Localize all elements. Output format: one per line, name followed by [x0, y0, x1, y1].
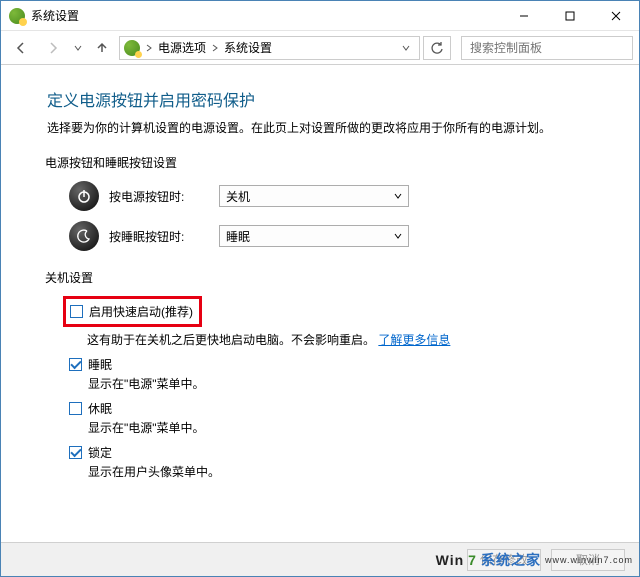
footer: 保存修改 取消 — [1, 542, 639, 576]
select-value: 关机 — [226, 188, 250, 205]
history-dropdown[interactable] — [71, 35, 85, 61]
chevron-down-icon — [394, 229, 402, 243]
titlebar: 系统设置 — [1, 1, 639, 31]
power-button-row: 按电源按钮时: 关机 — [69, 181, 617, 211]
page-subtitle: 选择要为你的计算机设置的电源设置。在此页上对设置所做的更改将应用于你所有的电源计… — [47, 119, 617, 136]
fast-startup-desc-text: 这有助于在关机之后更快地启动电脑。不会影响重启。 — [87, 333, 375, 347]
sleep-label: 睡眠 — [88, 356, 112, 373]
power-button-select[interactable]: 关机 — [219, 185, 409, 207]
select-value: 睡眠 — [226, 228, 250, 245]
window-title: 系统设置 — [31, 7, 79, 24]
content-area: 定义电源按钮并启用密码保护 选择要为你的计算机设置的电源设置。在此页上对设置所做… — [1, 65, 639, 544]
fast-startup-desc: 这有助于在关机之后更快地启动电脑。不会影响重启。 了解更多信息 — [87, 331, 617, 348]
navbar: 电源选项 系统设置 — [1, 31, 639, 65]
hibernate-label: 休眠 — [88, 400, 112, 417]
sleep-button-row: 按睡眠按钮时: 睡眠 — [69, 221, 617, 251]
lock-desc: 显示在用户头像菜单中。 — [88, 463, 617, 480]
fast-startup-checkbox[interactable] — [70, 305, 83, 318]
sleep-icon — [69, 221, 99, 251]
search-box[interactable] — [461, 36, 633, 60]
back-button[interactable] — [7, 35, 35, 61]
breadcrumb-item[interactable]: 系统设置 — [224, 39, 272, 56]
section-heading-buttons: 电源按钮和睡眠按钮设置 — [45, 154, 617, 171]
sleep-option: 睡眠 显示在"电源"菜单中。 — [69, 356, 617, 392]
forward-button[interactable] — [39, 35, 67, 61]
hibernate-checkbox[interactable] — [69, 402, 82, 415]
hibernate-desc: 显示在"电源"菜单中。 — [88, 419, 617, 436]
search-input[interactable] — [468, 40, 626, 56]
fast-startup-label: 启用快速启动(推荐) — [89, 303, 193, 320]
section-heading-shutdown: 关机设置 — [45, 269, 617, 286]
sleep-checkbox[interactable] — [69, 358, 82, 371]
chevron-right-icon — [144, 44, 154, 52]
power-icon — [69, 181, 99, 211]
cancel-button[interactable]: 取消 — [551, 549, 625, 571]
chevron-right-icon — [210, 44, 220, 52]
lock-option: 锁定 显示在用户头像菜单中。 — [69, 444, 617, 480]
maximize-button[interactable] — [547, 1, 593, 31]
lock-checkbox[interactable] — [69, 446, 82, 459]
sleep-button-label: 按睡眠按钮时: — [109, 228, 209, 245]
up-button[interactable] — [89, 35, 115, 61]
address-box[interactable]: 电源选项 系统设置 — [119, 36, 420, 60]
refresh-button[interactable] — [423, 36, 451, 60]
settings-window: 系统设置 电源选项 — [0, 0, 640, 577]
breadcrumb-item[interactable]: 电源选项 — [158, 39, 206, 56]
power-button-label: 按电源按钮时: — [109, 188, 209, 205]
close-button[interactable] — [593, 1, 639, 31]
page-title: 定义电源按钮并启用密码保护 — [47, 87, 617, 111]
sleep-button-select[interactable]: 睡眠 — [219, 225, 409, 247]
sleep-desc: 显示在"电源"菜单中。 — [88, 375, 617, 392]
power-options-icon — [124, 40, 140, 56]
power-options-icon — [9, 8, 25, 24]
hibernate-option: 休眠 显示在"电源"菜单中。 — [69, 400, 617, 436]
save-button[interactable]: 保存修改 — [467, 549, 541, 571]
fast-startup-highlight: 启用快速启动(推荐) — [63, 296, 202, 327]
address-dropdown[interactable] — [397, 37, 415, 59]
chevron-down-icon — [394, 189, 402, 203]
lock-label: 锁定 — [88, 444, 112, 461]
minimize-button[interactable] — [501, 1, 547, 31]
learn-more-link[interactable]: 了解更多信息 — [378, 333, 450, 347]
